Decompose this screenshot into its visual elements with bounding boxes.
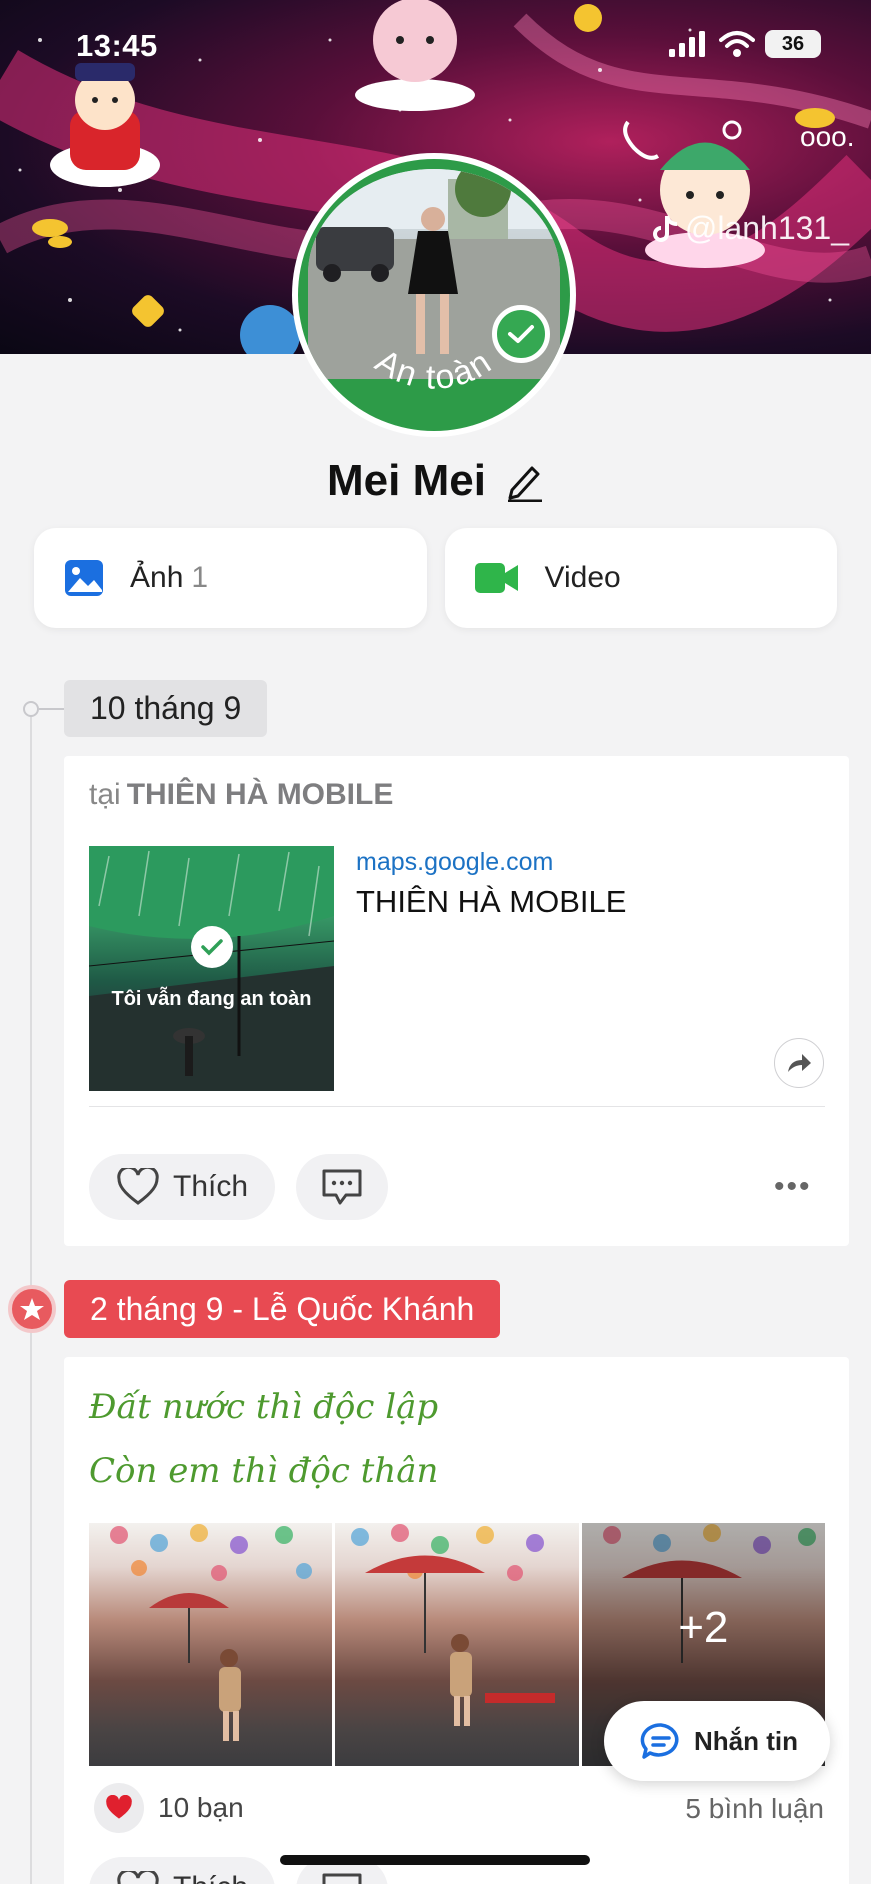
safe-badge-text: An toàn [369, 342, 500, 397]
photos-button[interactable]: Ảnh 1 [34, 528, 427, 628]
rain-scene [89, 846, 334, 1091]
heart-reaction-icon [94, 1783, 144, 1833]
link-title[interactable]: THIÊN HÀ MOBILE [356, 884, 626, 920]
tiktok-watermark: @lanh131_ [652, 210, 849, 247]
safe-check-icon [492, 305, 550, 363]
umbrella-street-scene [351, 1524, 556, 1726]
timeline-connector [39, 708, 65, 710]
post-photo[interactable] [335, 1523, 579, 1766]
timeline-dot [23, 701, 39, 717]
post-text-line-1: Đất nước thì độc lập [89, 1387, 439, 1427]
post-photo[interactable] [89, 1523, 333, 1766]
photos-count: 1 [191, 561, 209, 594]
reactions-count: 10 bạn [158, 1792, 244, 1823]
like-button[interactable]: Thích [89, 1154, 275, 1220]
umbrella-street-scene [110, 1524, 312, 1741]
like-label: Thích [173, 1170, 249, 1203]
like-label: Thích [173, 1871, 248, 1884]
comments-count[interactable]: 5 bình luận [685, 1793, 824, 1825]
home-indicator[interactable] [280, 1855, 590, 1865]
profile-avatar[interactable]: An toàn [292, 153, 576, 437]
more-options-icon[interactable]: ••• [774, 1170, 812, 1204]
post-card-photos[interactable]: Đất nước thì độc lập Còn em thì độc thân [64, 1357, 849, 1884]
comment-button[interactable] [296, 1154, 388, 1220]
heart-outline-icon [117, 1871, 159, 1884]
profile-name: Mei Mei [327, 456, 486, 505]
video-button[interactable]: Video [444, 528, 837, 628]
message-button[interactable]: Nhắn tin [604, 1701, 830, 1781]
image-icon [65, 560, 103, 596]
cellular-signal-icon [669, 31, 705, 57]
post-text-line-2: Còn em thì độc thân [89, 1451, 439, 1491]
profile-name-row: Mei Mei [0, 456, 871, 506]
comment-icon [322, 1169, 362, 1205]
tiktok-handle: @lanh131_ [684, 210, 849, 246]
reactions-summary[interactable]: 10 bạn [94, 1783, 244, 1833]
svg-text:An toàn: An toàn [369, 342, 500, 397]
edit-name-icon[interactable] [504, 460, 544, 502]
more-photos-count: +2 [678, 1603, 729, 1652]
video-camera-icon [474, 563, 518, 593]
link-thumbnail[interactable]: Tôi vẫn đang an toàn [89, 846, 334, 1091]
comment-icon [322, 1873, 362, 1884]
share-arrow-icon [788, 1054, 811, 1072]
post-card-checkin[interactable]: tại THIÊN HÀ MOBILE Tôi vẫn đang an toàn … [64, 756, 849, 1246]
photos-label: Ảnh [130, 561, 184, 594]
checkin-location: tại THIÊN HÀ MOBILE [89, 778, 394, 811]
video-label: Video [544, 561, 621, 594]
message-label: Nhắn tin [694, 1725, 798, 1756]
battery-indicator: 36 [765, 30, 821, 58]
safe-check-icon [191, 926, 233, 968]
like-button[interactable]: Thích [89, 1857, 275, 1884]
wifi-icon [719, 31, 755, 57]
link-domain[interactable]: maps.google.com [356, 848, 553, 877]
holiday-date-chip: 2 tháng 9 - Lễ Quốc Khánh [64, 1280, 501, 1338]
thumbnail-caption: Tôi vẫn đang an toàn [111, 988, 312, 1010]
svg-text:ooo.: ooo. [800, 121, 855, 152]
status-bar: 13:45 36 [0, 0, 871, 90]
chat-bubble-icon [640, 1723, 679, 1759]
status-time: 13:45 [76, 28, 158, 63]
timeline-date-chip: 10 tháng 9 [64, 680, 268, 737]
media-shortcuts: Ảnh 1 Video [34, 528, 837, 628]
card-divider [89, 1106, 825, 1107]
tiktok-icon [652, 214, 677, 242]
heart-outline-icon [117, 1168, 159, 1205]
holiday-star-icon [8, 1285, 56, 1333]
share-button[interactable] [774, 1038, 824, 1088]
